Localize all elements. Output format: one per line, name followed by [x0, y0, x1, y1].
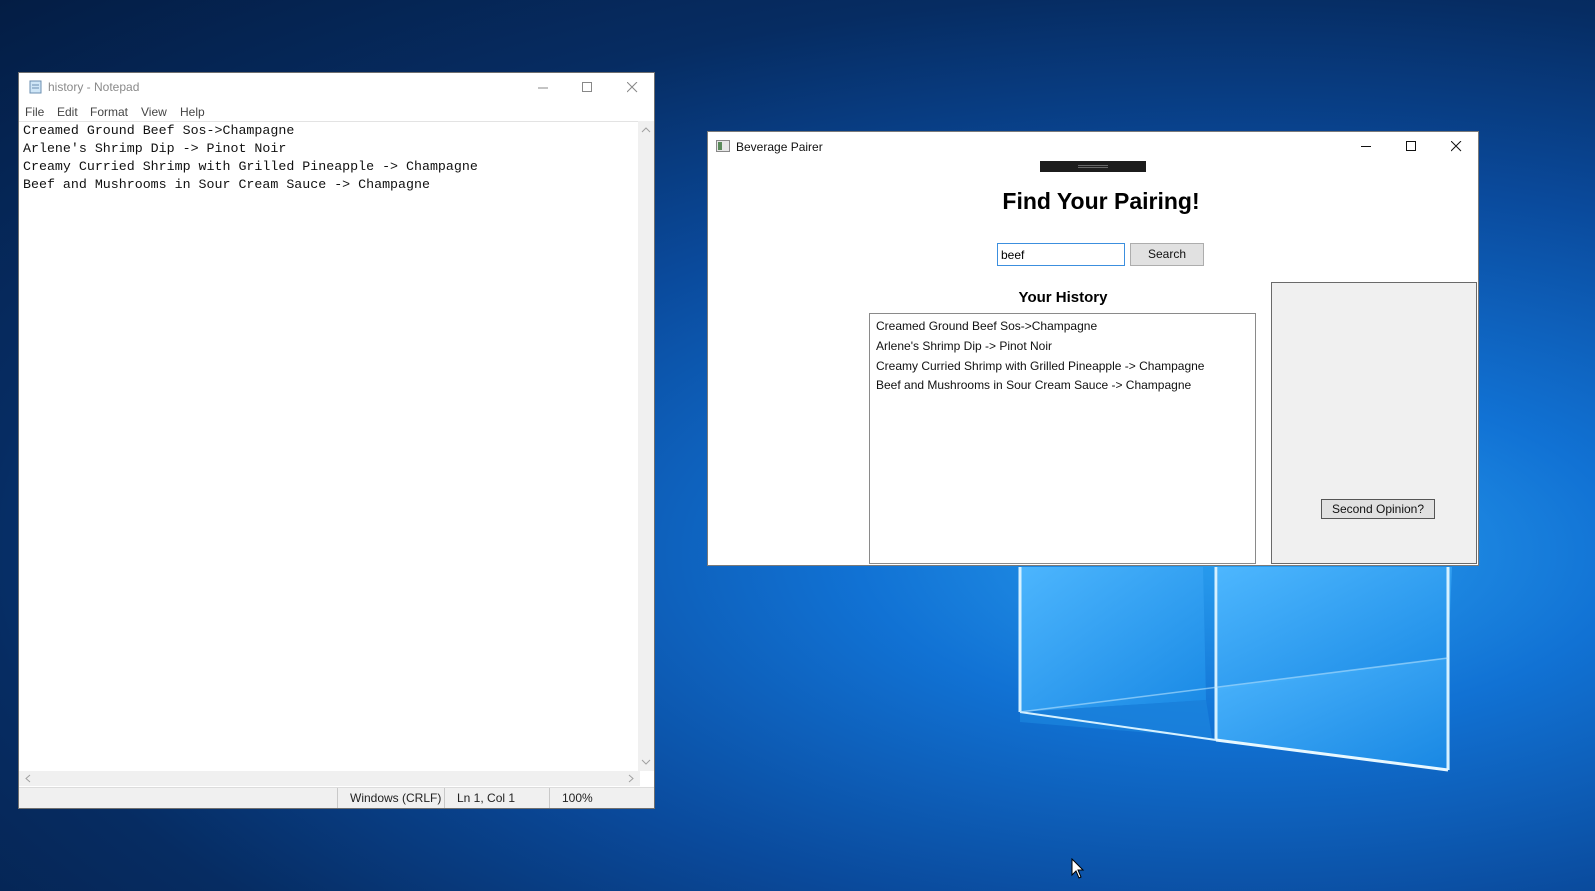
history-list[interactable]: Creamed Ground Beef Sos->Champagne Arlen…	[869, 313, 1256, 564]
status-cursor-position: Ln 1, Col 1	[444, 788, 549, 808]
close-icon	[1451, 141, 1462, 152]
grip-icon	[1078, 165, 1108, 168]
app-window-icon	[716, 140, 730, 152]
list-item[interactable]: Creamy Curried Shrimp with Grilled Pinea…	[876, 359, 1204, 373]
scroll-up-icon	[641, 127, 651, 133]
text-line: Creamed Ground Beef Sos->Champagne	[23, 123, 295, 138]
notepad-menubar: File Edit Format View Help	[19, 102, 654, 121]
notepad-titlebar[interactable]: history - Notepad	[19, 73, 654, 101]
scroll-left-icon	[25, 774, 31, 783]
second-opinion-button[interactable]: Second Opinion?	[1321, 499, 1435, 519]
vertical-scrollbar[interactable]	[638, 121, 654, 771]
list-item[interactable]: Beef and Mushrooms in Sour Cream Sauce -…	[876, 378, 1191, 392]
minimize-icon	[1361, 146, 1371, 147]
minimize-button[interactable]	[1344, 132, 1389, 161]
status-zoom: 100%	[549, 788, 639, 808]
menu-edit[interactable]: Edit	[57, 105, 78, 119]
drag-handle[interactable]	[1040, 161, 1146, 172]
menu-help[interactable]: Help	[180, 105, 205, 119]
maximize-button[interactable]	[565, 73, 610, 101]
text-line: Creamy Curried Shrimp with Grilled Pinea…	[23, 159, 478, 174]
maximize-icon	[1406, 141, 1416, 151]
notepad-title: history - Notepad	[48, 80, 140, 94]
status-bar: Windows (CRLF) Ln 1, Col 1 100%	[19, 787, 654, 808]
app-titlebar[interactable]: Beverage Pairer	[708, 132, 1478, 162]
menu-view[interactable]: View	[141, 105, 167, 119]
scroll-right-icon	[628, 774, 634, 783]
search-input[interactable]	[997, 243, 1125, 266]
app-title: Beverage Pairer	[736, 140, 823, 154]
result-panel: Second Opinion?	[1271, 282, 1477, 564]
horizontal-scrollbar[interactable]	[19, 771, 640, 786]
menu-format[interactable]: Format	[90, 105, 128, 119]
scroll-down-icon	[641, 759, 651, 765]
menu-file[interactable]: File	[25, 105, 44, 119]
notepad-icon	[29, 80, 42, 94]
close-button[interactable]	[1434, 132, 1479, 161]
notepad-text-area[interactable]: Creamed Ground Beef Sos->Champagne Arlen…	[19, 121, 640, 771]
close-icon	[627, 81, 638, 92]
list-item[interactable]: Arlene's Shrimp Dip -> Pinot Noir	[876, 339, 1052, 353]
maximize-button[interactable]	[1389, 132, 1434, 161]
history-label: Your History	[1018, 289, 1108, 306]
notepad-window[interactable]: history - Notepad File Edit Format View …	[18, 72, 655, 809]
search-button[interactable]: Search	[1130, 243, 1204, 266]
text-line: Arlene's Shrimp Dip -> Pinot Noir	[23, 141, 287, 156]
minimize-button[interactable]	[521, 73, 566, 101]
page-title: Find Your Pairing!	[1002, 188, 1200, 214]
close-button[interactable]	[610, 73, 655, 101]
status-line-ending: Windows (CRLF)	[337, 788, 444, 808]
list-item[interactable]: Creamed Ground Beef Sos->Champagne	[876, 319, 1097, 333]
beverage-pairer-window[interactable]: Beverage Pairer Find Your Pairing! Searc…	[707, 131, 1479, 566]
text-line: Beef and Mushrooms in Sour Cream Sauce -…	[23, 177, 430, 192]
minimize-icon	[538, 87, 548, 88]
maximize-icon	[582, 81, 592, 92]
mouse-cursor-icon	[1071, 858, 1085, 879]
